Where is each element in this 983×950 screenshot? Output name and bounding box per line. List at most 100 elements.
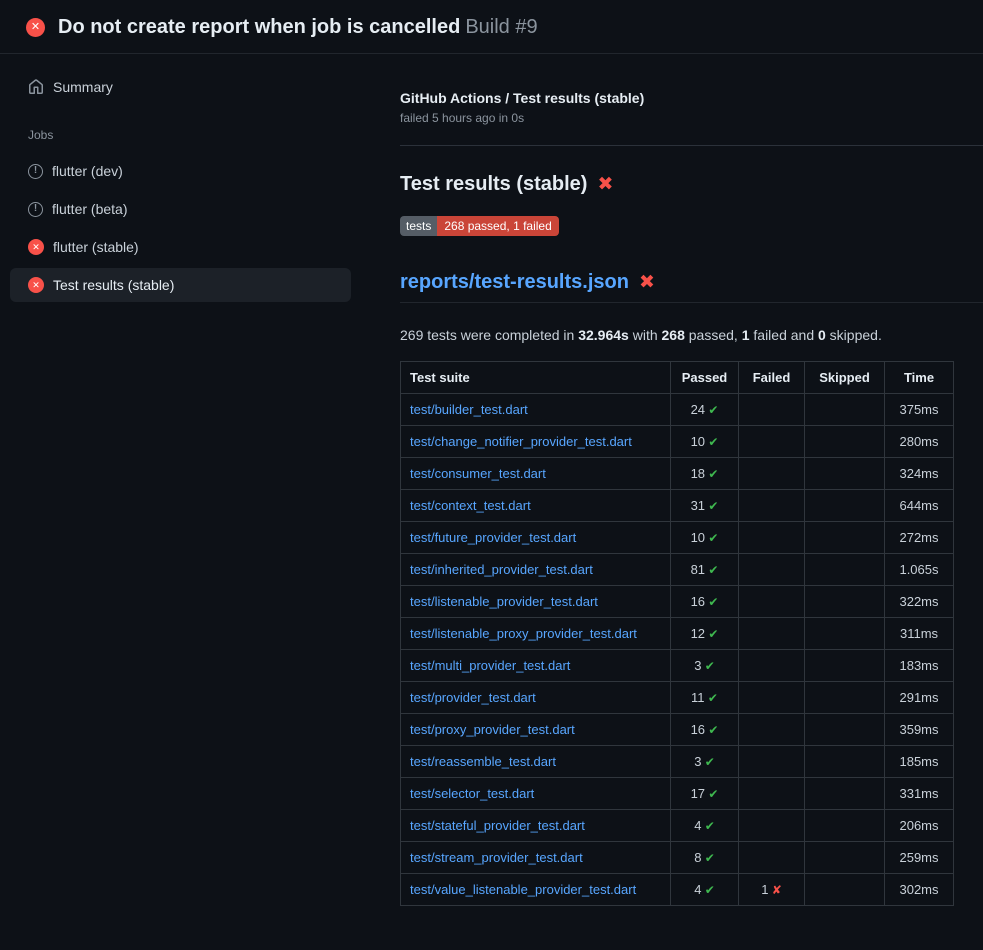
failed-cell: [739, 458, 805, 490]
suite-link[interactable]: test/stream_provider_test.dart: [410, 850, 583, 865]
check-run-header: ✕ Do not create report when job is cance…: [0, 0, 983, 54]
sidebar-job-flutter-dev[interactable]: !flutter (dev): [10, 154, 351, 188]
failed-cell: [739, 586, 805, 618]
skipped-cell: [805, 874, 885, 906]
job-label: flutter (stable): [53, 239, 139, 255]
results-table: Test suitePassedFailedSkippedTime test/b…: [400, 361, 954, 906]
summary-number: 268: [662, 327, 685, 343]
run-meta: GitHub Actions / Test results (stable) f…: [400, 90, 983, 146]
check-icon: ✔: [701, 659, 714, 673]
suite-cell: test/proxy_provider_test.dart: [401, 714, 671, 746]
suite-cell: test/context_test.dart: [401, 490, 671, 522]
time-cell: 359ms: [885, 714, 954, 746]
check-icon: ✔: [705, 435, 718, 449]
suite-link[interactable]: test/change_notifier_provider_test.dart: [410, 434, 632, 449]
failed-cell: [739, 682, 805, 714]
passed-cell: 31 ✔: [671, 490, 739, 522]
skipped-cell: [805, 426, 885, 458]
suite-link[interactable]: test/provider_test.dart: [410, 690, 536, 705]
neutral-status-icon: !: [28, 164, 43, 179]
skipped-cell: [805, 746, 885, 778]
suite-link[interactable]: test/context_test.dart: [410, 498, 531, 513]
time-cell: 302ms: [885, 874, 954, 906]
suite-link[interactable]: test/builder_test.dart: [410, 402, 528, 417]
run-status-line: failed 5 hours ago in 0s: [400, 111, 983, 125]
passed-cell: 12 ✔: [671, 618, 739, 650]
check-icon: ✔: [705, 403, 718, 417]
layout: Summary Jobs !flutter (dev)!flutter (bet…: [0, 54, 983, 906]
neutral-status-icon: !: [28, 202, 43, 217]
suite-link[interactable]: test/multi_provider_test.dart: [410, 658, 570, 673]
time-cell: 291ms: [885, 682, 954, 714]
skipped-cell: [805, 490, 885, 522]
time-cell: 375ms: [885, 394, 954, 426]
passed-count: 10: [691, 530, 705, 545]
suite-link[interactable]: test/reassemble_test.dart: [410, 754, 556, 769]
check-icon: ✔: [701, 755, 714, 769]
summary-text: passed,: [685, 327, 742, 343]
check-icon: ✔: [705, 723, 718, 737]
suite-link[interactable]: test/listenable_provider_test.dart: [410, 594, 598, 609]
failed-cell: [739, 810, 805, 842]
passed-cell: 81 ✔: [671, 554, 739, 586]
suite-link[interactable]: test/inherited_provider_test.dart: [410, 562, 593, 577]
time-value: 302ms: [899, 882, 938, 897]
time-value: 311ms: [900, 626, 938, 641]
failed-cell: [739, 554, 805, 586]
time-cell: 1.065s: [885, 554, 954, 586]
test-summary-line: 269 tests were completed in 32.964s with…: [400, 327, 983, 343]
passed-cell: 10 ✔: [671, 426, 739, 458]
passed-count: 12: [691, 626, 705, 641]
failed-status-icon: ✕: [26, 18, 45, 37]
summary-number: 1: [742, 327, 750, 343]
failed-cell: 1 ✘: [739, 874, 805, 906]
suite-cell: test/reassemble_test.dart: [401, 746, 671, 778]
suite-link[interactable]: test/value_listenable_provider_test.dart: [410, 882, 636, 897]
time-value: 359ms: [899, 722, 938, 737]
summary-text: 269 tests were completed in: [400, 327, 578, 343]
check-icon: ✔: [705, 531, 718, 545]
skipped-cell: [805, 522, 885, 554]
time-cell: 322ms: [885, 586, 954, 618]
time-value: 183ms: [899, 658, 938, 673]
suite-link[interactable]: test/future_provider_test.dart: [410, 530, 576, 545]
passed-count: 16: [691, 594, 705, 609]
skipped-cell: [805, 394, 885, 426]
suite-cell: test/selector_test.dart: [401, 778, 671, 810]
suite-link[interactable]: test/selector_test.dart: [410, 786, 534, 801]
table-row: test/change_notifier_provider_test.dart 1…: [401, 426, 954, 458]
passed-cell: 3 ✔: [671, 746, 739, 778]
passed-cell: 24 ✔: [671, 394, 739, 426]
passed-cell: 18 ✔: [671, 458, 739, 490]
suite-link[interactable]: test/listenable_proxy_provider_test.dart: [410, 626, 637, 641]
passed-cell: 8 ✔: [671, 842, 739, 874]
time-value: 324ms: [899, 466, 938, 481]
suite-link[interactable]: test/proxy_provider_test.dart: [410, 722, 575, 737]
failed-cell: [739, 522, 805, 554]
skipped-cell: [805, 682, 885, 714]
failed-x-icon: ✖: [639, 273, 655, 292]
report-link[interactable]: reports/test-results.json: [400, 270, 629, 294]
table-row: test/selector_test.dart17 ✔331ms: [401, 778, 954, 810]
check-icon: ✔: [701, 819, 714, 833]
sidebar-item-summary[interactable]: Summary: [10, 70, 351, 104]
summary-text: failed and: [750, 327, 819, 343]
failed-cell: [739, 490, 805, 522]
skipped-cell: [805, 618, 885, 650]
time-cell: 259ms: [885, 842, 954, 874]
time-cell: 272ms: [885, 522, 954, 554]
breadcrumb: GitHub Actions / Test results (stable): [400, 90, 983, 106]
job-label: Test results (stable): [53, 277, 174, 293]
sidebar-job-test-results-stable[interactable]: ✕Test results (stable): [10, 268, 351, 302]
time-value: 291ms: [899, 690, 938, 705]
suite-link[interactable]: test/stateful_provider_test.dart: [410, 818, 585, 833]
table-row: test/builder_test.dart 24 ✔ 375ms: [401, 394, 954, 426]
time-cell: 331ms: [885, 778, 954, 810]
tests-badge: tests 268 passed, 1 failed: [400, 216, 559, 236]
suite-cell: test/provider_test.dart: [401, 682, 671, 714]
table-row: test/value_listenable_provider_test.dart…: [401, 874, 954, 906]
time-cell: 206ms: [885, 810, 954, 842]
suite-link[interactable]: test/consumer_test.dart: [410, 466, 546, 481]
sidebar-job-flutter-beta[interactable]: !flutter (beta): [10, 192, 351, 226]
sidebar-job-flutter-stable[interactable]: ✕flutter (stable): [10, 230, 351, 264]
